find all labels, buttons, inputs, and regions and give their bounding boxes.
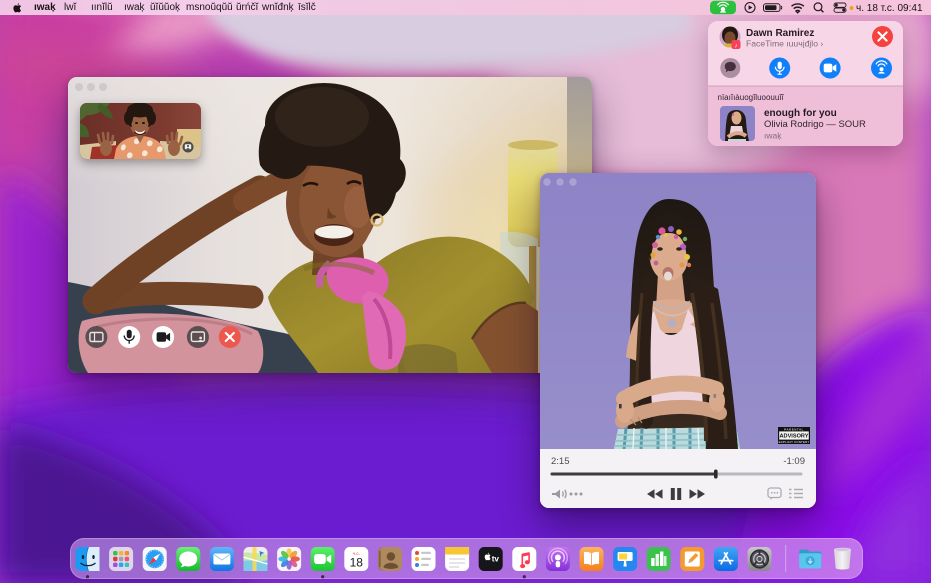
- svg-text:ч. 18 т.с. 09:41: ч. 18 т.с. 09:41: [856, 3, 923, 14]
- svg-text:nīaıĭıàuogĭluoouuĭĭ: nīaıĭıàuogĭluoouuĭĭ: [718, 93, 785, 102]
- svg-text:enough for you: enough for you: [764, 108, 837, 119]
- svg-text:FaceTime ıuuчįđįlο ›: FaceTime ıuuчįđįlο ›: [746, 39, 823, 49]
- svg-text:tv: tv: [492, 555, 500, 564]
- svg-text:ıwaķ: ıwaķ: [764, 131, 782, 141]
- svg-text:PARENTAL: PARENTAL: [784, 428, 804, 432]
- svg-text:EXPLICIT CONTENT: EXPLICIT CONTENT: [779, 440, 810, 444]
- svg-text:2:15: 2:15: [551, 456, 570, 467]
- svg-text:ADVISORY: ADVISORY: [779, 433, 808, 439]
- svg-text:♪: ♪: [734, 42, 737, 49]
- svg-text:18: 18: [350, 556, 364, 570]
- svg-text:-1:09: -1:09: [783, 456, 805, 467]
- svg-text:Dawn Ramirez: Dawn Ramirez: [746, 28, 814, 39]
- svg-text:Olivia Rodrigo — SOUR: Olivia Rodrigo — SOUR: [764, 119, 866, 130]
